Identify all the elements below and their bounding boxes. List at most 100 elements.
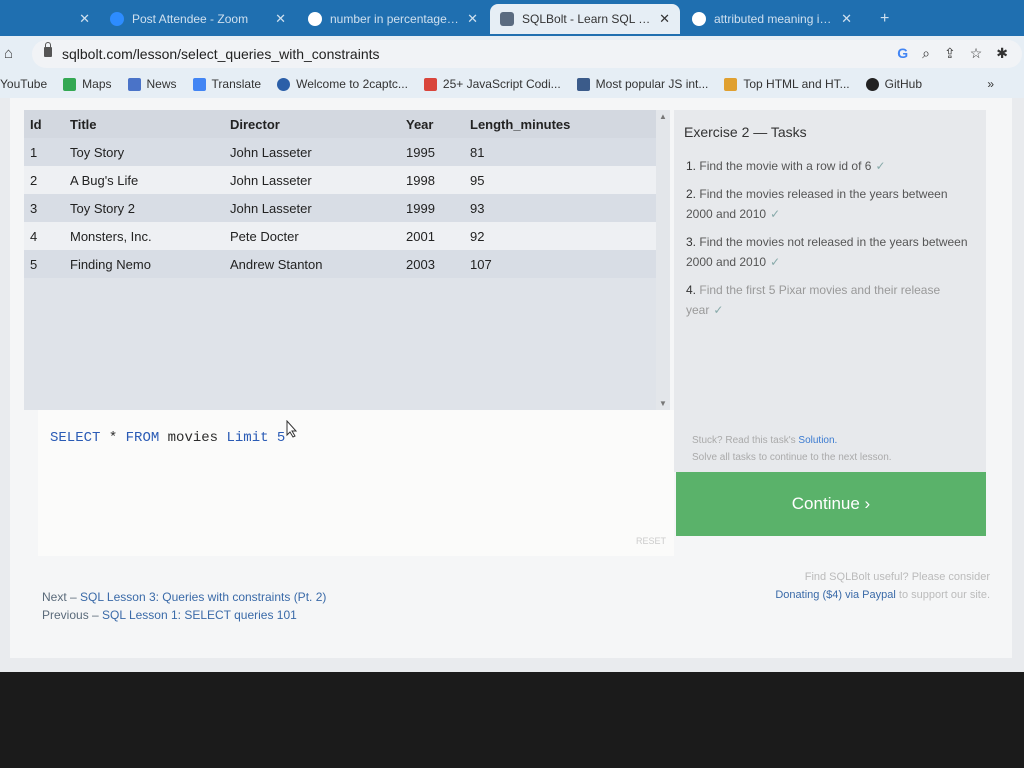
bookmark-popular-js[interactable]: Most popular JS int... [576, 77, 708, 91]
sql-token: * [108, 430, 118, 446]
bookmark-star-icon[interactable]: ☆ [970, 45, 983, 62]
cell-length: 107 [464, 250, 656, 278]
cell-id: 2 [24, 166, 64, 194]
js-icon [576, 77, 590, 91]
sql-query-text[interactable]: SELECT * FROM movies Limit 5 [50, 430, 285, 446]
continue-button[interactable]: Continue › [676, 472, 986, 536]
task-list: 1. Find the movie with a row id of 6 ✓ 2.… [686, 156, 976, 328]
lesson-page: Id Title Director Year Length_minutes 1 … [10, 98, 1012, 658]
results-scrollbar[interactable]: ▲ ▼ [656, 110, 670, 410]
solution-link[interactable]: Solution. [798, 435, 837, 446]
table-row: 3 Toy Story 2 John Lasseter 1999 93 [24, 194, 656, 222]
google-favicon-icon [692, 12, 706, 26]
task-item: 3. Find the movies not released in the y… [686, 235, 968, 269]
close-tab-icon[interactable]: ✕ [835, 11, 852, 27]
cell-year: 1999 [400, 194, 464, 222]
table-row: 4 Monsters, Inc. Pete Docter 2001 92 [24, 222, 656, 250]
bookmark-translate[interactable]: Translate [192, 77, 261, 91]
column-header: Year [400, 110, 464, 138]
scroll-down-icon[interactable]: ▼ [659, 399, 667, 408]
scroll-up-icon[interactable]: ▲ [659, 112, 667, 121]
tab-blank[interactable]: ✕ [40, 4, 100, 34]
cell-title: A Bug's Life [64, 166, 224, 194]
share-icon[interactable]: ⇪ [944, 45, 956, 62]
sql-token: movies [167, 430, 219, 446]
mouse-cursor-icon [286, 420, 298, 438]
cell-id: 3 [24, 194, 64, 222]
bookmarks-bar: YouTube Maps News Translate Welcome to 2… [0, 70, 1024, 98]
lock-icon[interactable] [44, 42, 52, 57]
donate-link[interactable]: Donating ($4) via Paypal [775, 589, 895, 601]
reset-button[interactable]: RESET [636, 536, 666, 546]
cell-year: 2001 [400, 222, 464, 250]
task-item: 1. Find the movie with a row id of 6 ✓ [686, 159, 886, 173]
cell-year: 1998 [400, 166, 464, 194]
close-tab-icon[interactable]: ✕ [73, 11, 90, 27]
home-icon[interactable]: ⌂ [4, 45, 20, 62]
bookmark-top-html[interactable]: Top HTML and HT... [724, 77, 850, 91]
google-icon[interactable]: G [897, 45, 908, 62]
column-header: Title [64, 110, 224, 138]
cell-title: Toy Story 2 [64, 194, 224, 222]
tasks-title: Exercise 2 — Tasks [684, 124, 807, 140]
address-bar-actions: G ⌕ ⇪ ☆ ✱ [897, 45, 1008, 62]
next-lesson: Next – SQL Lesson 3: Queries with constr… [42, 590, 327, 604]
tab-google-percentage[interactable]: number in percentage - C ✕ [298, 4, 488, 34]
close-tab-icon[interactable]: ✕ [269, 11, 286, 27]
previous-lesson: Previous – SQL Lesson 1: SELECT queries … [42, 608, 297, 622]
tab-bar: ✕ Post Attendee - Zoom ✕ number in perce… [0, 0, 1024, 36]
check-icon: ✓ [875, 159, 886, 173]
bookmark-news[interactable]: News [127, 77, 177, 91]
lesson-navigation: Next – SQL Lesson 3: Queries with constr… [42, 588, 326, 624]
sql-editor[interactable]: SELECT * FROM movies Limit 5 RESET [38, 410, 674, 556]
close-tab-icon[interactable]: ✕ [461, 11, 478, 27]
check-icon: ✓ [713, 303, 724, 317]
table-header-row: Id Title Director Year Length_minutes [24, 110, 656, 138]
sqlbolt-favicon-icon [500, 12, 514, 26]
tab-zoom[interactable]: Post Attendee - Zoom ✕ [100, 4, 296, 34]
bookmark-github[interactable]: GitHub [865, 77, 922, 91]
extensions-puzzle-icon[interactable]: ✱ [996, 45, 1008, 62]
github-icon [865, 77, 879, 91]
maps-icon [63, 77, 77, 91]
close-tab-icon[interactable]: ✕ [653, 11, 670, 27]
cell-length: 92 [464, 222, 656, 250]
sql-keyword: FROM [125, 430, 160, 446]
url-field[interactable]: sqlbolt.com/lesson/select_queries_with_c… [32, 40, 1022, 68]
check-icon: ✓ [770, 207, 781, 221]
url-text: sqlbolt.com/lesson/select_queries_with_c… [62, 46, 380, 62]
bookmarks-more-button[interactable]: » [987, 77, 994, 91]
bookmark-2captcha[interactable]: Welcome to 2captc... [277, 77, 408, 91]
cell-length: 95 [464, 166, 656, 194]
bookmark-javascript-codi[interactable]: 25+ JavaScript Codi... [423, 77, 561, 91]
zoom-magnifier-icon[interactable]: ⌕ [922, 45, 930, 62]
tab-google-attributed[interactable]: attributed meaning in tar ✕ [682, 4, 862, 34]
cell-length: 93 [464, 194, 656, 222]
bookmark-youtube[interactable]: YouTube [0, 77, 47, 91]
tab-sqlbolt[interactable]: SQLBolt - Learn SQL - SQ ✕ [490, 4, 680, 34]
column-header: Length_minutes [464, 110, 656, 138]
translate-icon [192, 77, 206, 91]
new-tab-button[interactable]: + [870, 4, 900, 34]
table-row: 1 Toy Story John Lasseter 1995 81 [24, 138, 656, 166]
donate-note: Find SQLBolt useful? Please consider Don… [775, 571, 990, 601]
cell-id: 5 [24, 250, 64, 278]
cell-year: 1995 [400, 138, 464, 166]
bookmark-maps[interactable]: Maps [63, 77, 112, 91]
google-favicon-icon [308, 12, 322, 26]
address-bar: ⌂ sqlbolt.com/lesson/select_queries_with… [0, 36, 1024, 70]
task-item: 4. Find the first 5 Pixar movies and the… [686, 283, 941, 317]
next-lesson-link[interactable]: SQL Lesson 3: Queries with constraints (… [80, 590, 326, 604]
check-icon: ✓ [770, 255, 781, 269]
cell-length: 81 [464, 138, 656, 166]
2captcha-icon [277, 77, 291, 91]
news-icon [127, 77, 141, 91]
task-item: 2. Find the movies released in the years… [686, 187, 948, 221]
cell-director: Pete Docter [224, 222, 400, 250]
results-table: Id Title Director Year Length_minutes 1 … [24, 110, 656, 278]
previous-lesson-link[interactable]: SQL Lesson 1: SELECT queries 101 [102, 608, 297, 622]
html-site-icon [724, 77, 738, 91]
cell-year: 2003 [400, 250, 464, 278]
tasks-panel: Exercise 2 — Tasks 1. Find the movie wit… [674, 110, 986, 472]
sql-keyword: SELECT [50, 430, 101, 446]
